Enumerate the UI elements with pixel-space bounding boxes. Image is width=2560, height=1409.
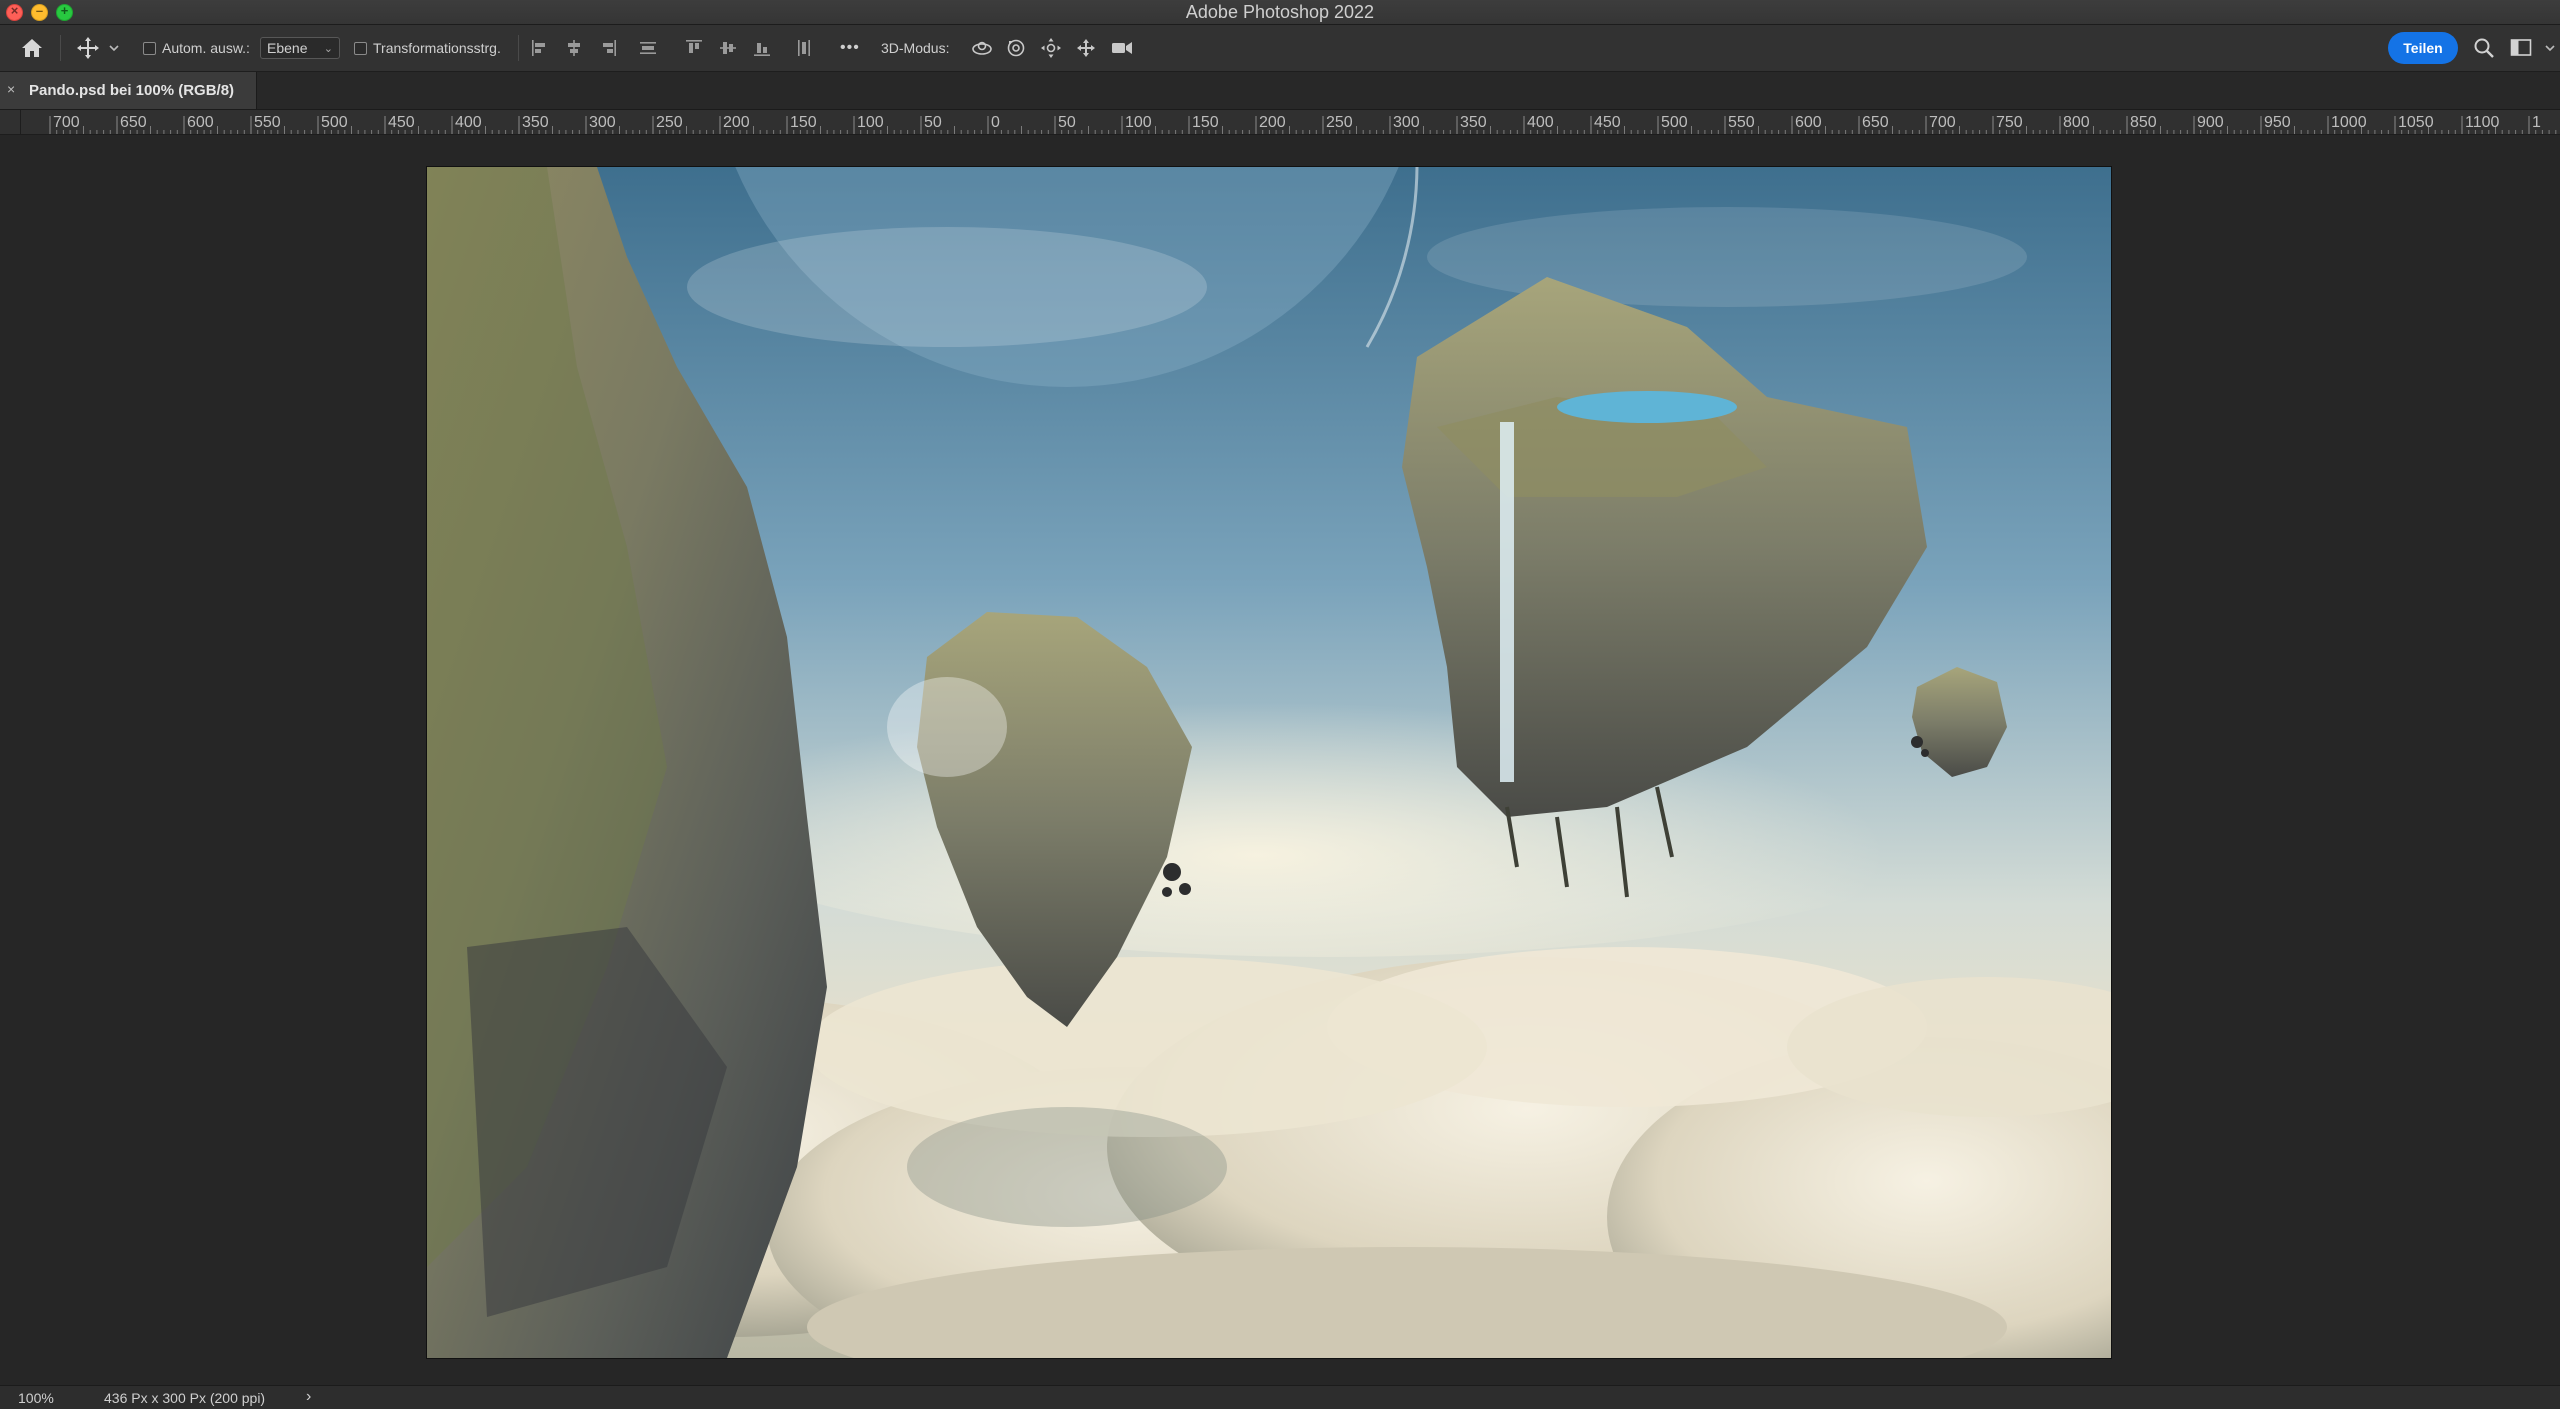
zoom-level-field[interactable]: 100% — [18, 1390, 54, 1406]
home-icon[interactable] — [20, 25, 44, 71]
chevron-down-icon[interactable] — [108, 25, 120, 71]
document-image[interactable] — [427, 167, 2111, 1358]
ruler-tick-label: 400 — [455, 114, 482, 131]
ruler-tick-label: 600 — [1795, 114, 1822, 131]
pan-3d-camera-icon[interactable] — [1040, 25, 1062, 71]
chevron-down-icon[interactable] — [2544, 25, 2556, 71]
move-tool-icon[interactable] — [76, 25, 100, 71]
ruler-tick-label: 150 — [1192, 114, 1219, 131]
ruler-tick-label: 300 — [1393, 114, 1420, 131]
window-title: Adobe Photoshop 2022 — [1185, 2, 1375, 22]
transform-controls-checkbox[interactable]: Transformationsstrg. — [354, 25, 501, 71]
ruler-tick-label: 1100 — [2465, 114, 2500, 131]
ruler-tick-label: 150 — [790, 114, 817, 131]
ruler-tick-label: 0 — [991, 114, 1000, 131]
ruler-tick-label: 550 — [254, 114, 281, 131]
horizontal-ruler[interactable]: 700 650 600 550 500 450 400 350 300 250 200 150 100 5… — [21, 110, 2560, 135]
ruler-scale: 700 650 600 550 500 450 400 350 300 250 200 150 100 5… — [49, 114, 2557, 134]
ruler-tick-label: 100 — [857, 114, 884, 131]
mode-3d-label-wrap: 3D-Modus: — [881, 25, 949, 71]
align-bottom-edges-icon[interactable] — [752, 25, 772, 71]
transform-controls-label: Transformationsstrg. — [373, 40, 501, 56]
ruler-tick-label: 850 — [2130, 114, 2157, 131]
status-bar: 100% 436 Px x 300 Px (200 ppi) › — [0, 1385, 2560, 1409]
auto-select-target-value: Ebene — [267, 40, 308, 56]
transform-controls-check-box[interactable] — [354, 41, 367, 55]
document-info: 436 Px x 300 Px (200 ppi) — [104, 1390, 266, 1406]
chevron-down-icon: ⌄ — [323, 42, 333, 55]
ruler-tick-label: 900 — [2197, 114, 2224, 131]
ruler-tick-label: 650 — [120, 114, 147, 131]
align-left-edges-icon[interactable] — [530, 25, 550, 71]
document-tab[interactable]: × Pando.psd bei 100% (RGB/8) — [0, 72, 257, 109]
close-tab-icon[interactable]: × — [7, 81, 15, 97]
share-button[interactable]: Teilen — [2388, 32, 2458, 64]
auto-select-label: Autom. ausw.: — [162, 40, 250, 56]
ruler-tick-label: 200 — [723, 114, 750, 131]
ruler-tick-label: 450 — [388, 114, 415, 131]
options-bar: Autom. ausw.: Ebene ⌄ Transformationsstr… — [0, 25, 2560, 72]
search-icon[interactable] — [2473, 25, 2495, 71]
ruler-tick-label: 250 — [656, 114, 683, 131]
waterfall — [1500, 422, 1514, 782]
ruler-tick-label: 1 — [2532, 114, 2541, 131]
align-top-edges-icon[interactable] — [684, 25, 704, 71]
auto-select-target-dropdown[interactable]: Ebene ⌄ — [260, 25, 340, 71]
ruler-tick-label: 450 — [1594, 114, 1621, 131]
distribute-horizontal-icon[interactable] — [794, 25, 814, 71]
title-bar: × – + Adobe Photoshop 2022 — [0, 0, 2560, 25]
ruler-tick-label: 350 — [522, 114, 549, 131]
separator — [518, 35, 519, 61]
ruler-corner[interactable] — [0, 110, 21, 135]
more-options-button[interactable]: ••• — [840, 25, 860, 71]
roll-3d-camera-icon[interactable] — [1005, 25, 1027, 71]
align-horizontal-centers-icon[interactable] — [564, 25, 584, 71]
distribute-vertical-icon[interactable] — [638, 25, 658, 71]
ruler-tick-label: 650 — [1862, 114, 1889, 131]
ruler-tick-label: 200 — [1259, 114, 1286, 131]
align-vertical-centers-icon[interactable] — [718, 25, 738, 71]
ruler-tick-label: 250 — [1326, 114, 1353, 131]
video-camera-icon[interactable] — [1110, 25, 1134, 71]
ruler-tick-label: 500 — [321, 114, 348, 131]
ruler-tick-label: 550 — [1728, 114, 1755, 131]
slide-3d-camera-icon[interactable] — [1075, 25, 1097, 71]
ruler-tick-label: 300 — [589, 114, 616, 131]
auto-select-checkbox[interactable]: Autom. ausw.: — [143, 25, 250, 71]
ruler-tick-label: 700 — [53, 114, 80, 131]
auto-select-check-box[interactable] — [143, 41, 156, 55]
document-tab-label: Pando.psd bei 100% (RGB/8) — [29, 82, 235, 99]
ruler-tick-label: 50 — [924, 114, 942, 131]
status-menu-arrow-icon[interactable]: › — [306, 1388, 311, 1406]
workspace-icon[interactable] — [2510, 25, 2534, 71]
ruler-tick-label: 1000 — [2331, 114, 2367, 131]
ruler-tick-label: 950 — [2264, 114, 2291, 131]
ruler-tick-label: 400 — [1527, 114, 1554, 131]
ruler-tick-label: 800 — [2063, 114, 2090, 131]
ruler-tick-label: 750 — [1996, 114, 2023, 131]
mode-3d-label: 3D-Modus: — [881, 40, 950, 56]
ruler-tick-label: 600 — [187, 114, 214, 131]
more-options-icon: ••• — [840, 39, 860, 56]
floating-lake — [1557, 391, 1737, 423]
orbit-3d-camera-icon[interactable] — [970, 25, 994, 71]
document-tab-bar: × Pando.psd bei 100% (RGB/8) — [0, 72, 2560, 110]
ruler-tick-label: 1050 — [2398, 114, 2434, 131]
ruler-tick-label: 500 — [1661, 114, 1688, 131]
fantasy-landscape-artwork — [427, 167, 2111, 1358]
align-right-edges-icon[interactable] — [598, 25, 618, 71]
ruler-tick-label: 100 — [1125, 114, 1152, 131]
ruler-tick-label: 700 — [1929, 114, 1956, 131]
ruler-tick-label: 350 — [1460, 114, 1487, 131]
canvas-area[interactable] — [0, 135, 2560, 1385]
separator — [60, 35, 61, 61]
ruler-tick-label: 50 — [1058, 114, 1076, 131]
